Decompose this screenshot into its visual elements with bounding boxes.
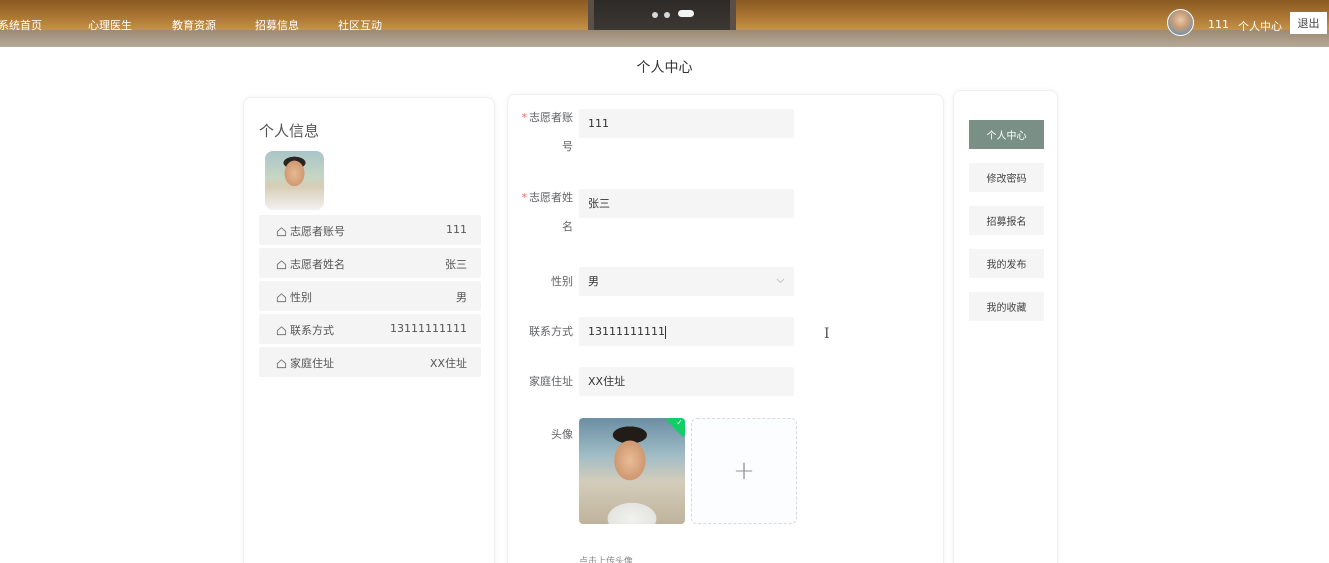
device-dot-icon [652,12,658,18]
side-menu: 个人中心 修改密码 招募报名 我的发布 我的收藏 [953,90,1058,563]
menu-item-my-posts[interactable]: 我的发布 [969,249,1044,278]
account-input[interactable]: 111 [579,109,794,138]
menu-item-my-favorites[interactable]: 我的收藏 [969,292,1044,321]
profile-title: 个人信息 [259,122,320,140]
address-label: 家庭住址 [529,375,573,388]
nav-edu-resources[interactable]: 教育资源 [172,17,216,33]
profile-card: 个人信息 志愿者账号 111 志愿者姓名 张三 性别 男 联系方式 131111… [243,97,495,563]
top-username: 111 [1208,18,1229,31]
avatar-label: 头像 [551,428,573,441]
name-label: * 志愿者姓 名 [521,191,574,233]
profile-form: * 志愿者账 号 111 * 志愿者姓 名 张三 性别 男 联系方式 1311111… [507,94,944,563]
info-label: 家庭住址 [290,357,334,370]
info-label: 志愿者账号 [290,225,345,238]
page-title: 个人中心 [636,60,693,76]
address-input[interactable]: XX住址 [579,367,794,396]
device-dot-icon [664,12,670,18]
top-center-link[interactable]: 个人中心 [1238,18,1282,34]
check-icon: ✓ [676,418,683,427]
gender-value: 男 [588,275,599,288]
info-value: 13111111111 [390,322,467,335]
info-row-phone: 联系方式 13111111111 [259,314,481,344]
gender-select[interactable]: 男 [579,267,794,296]
info-row-name: 志愿者姓名 张三 [259,248,481,278]
info-label: 性别 [290,291,312,304]
info-row-account: 志愿者账号 111 [259,215,481,245]
uploaded-avatar[interactable]: ✓ [579,418,685,524]
home-outline-icon [276,325,287,335]
info-row-gender: 性别 男 [259,281,481,311]
menu-item-recruit-signup[interactable]: 招募报名 [969,206,1044,235]
profile-avatar [265,151,324,210]
logout-button[interactable]: 退出 [1290,12,1327,34]
info-value: XX住址 [429,357,467,370]
nav-home[interactable]: 系统首页 [0,17,42,33]
phone-value: 13111111111 [588,325,665,338]
gender-label: 性别 [551,275,573,288]
device-pill-icon [678,10,694,17]
home-outline-icon [276,292,287,302]
info-value: 111 [446,223,467,236]
info-value: 张三 [445,258,467,271]
required-mark: * [521,111,528,124]
info-label: 联系方式 [290,324,334,337]
home-outline-icon [276,226,287,236]
plus-icon: + [733,456,755,486]
caret [664,325,666,339]
info-row-address: 家庭住址 XX住址 [259,347,481,377]
info-value: 男 [456,291,467,304]
upload-add-button[interactable]: + [691,418,797,524]
account-label: * 志愿者账 号 [521,111,574,153]
phone-label: 联系方式 [529,325,573,338]
menu-item-change-password[interactable]: 修改密码 [969,163,1044,192]
nav-community[interactable]: 社区互动 [338,17,382,33]
menu-item-center[interactable]: 个人中心 [969,120,1044,149]
home-outline-icon [276,358,287,368]
info-label: 志愿者姓名 [290,258,345,271]
nav-recruit-info[interactable]: 招募信息 [255,17,299,33]
mouse-ibeam-cursor-icon: I [824,326,830,342]
home-outline-icon [276,259,287,269]
upload-tip: 点击上传头像 [579,557,634,563]
user-avatar[interactable] [1167,9,1194,36]
name-input[interactable]: 张三 [579,189,794,218]
nav-psych-doctor[interactable]: 心理医生 [88,17,132,33]
phone-input[interactable]: 13111111111 [579,317,794,346]
required-mark: * [521,191,528,204]
chevron-down-icon [776,267,785,296]
banner-device-image [588,0,736,30]
